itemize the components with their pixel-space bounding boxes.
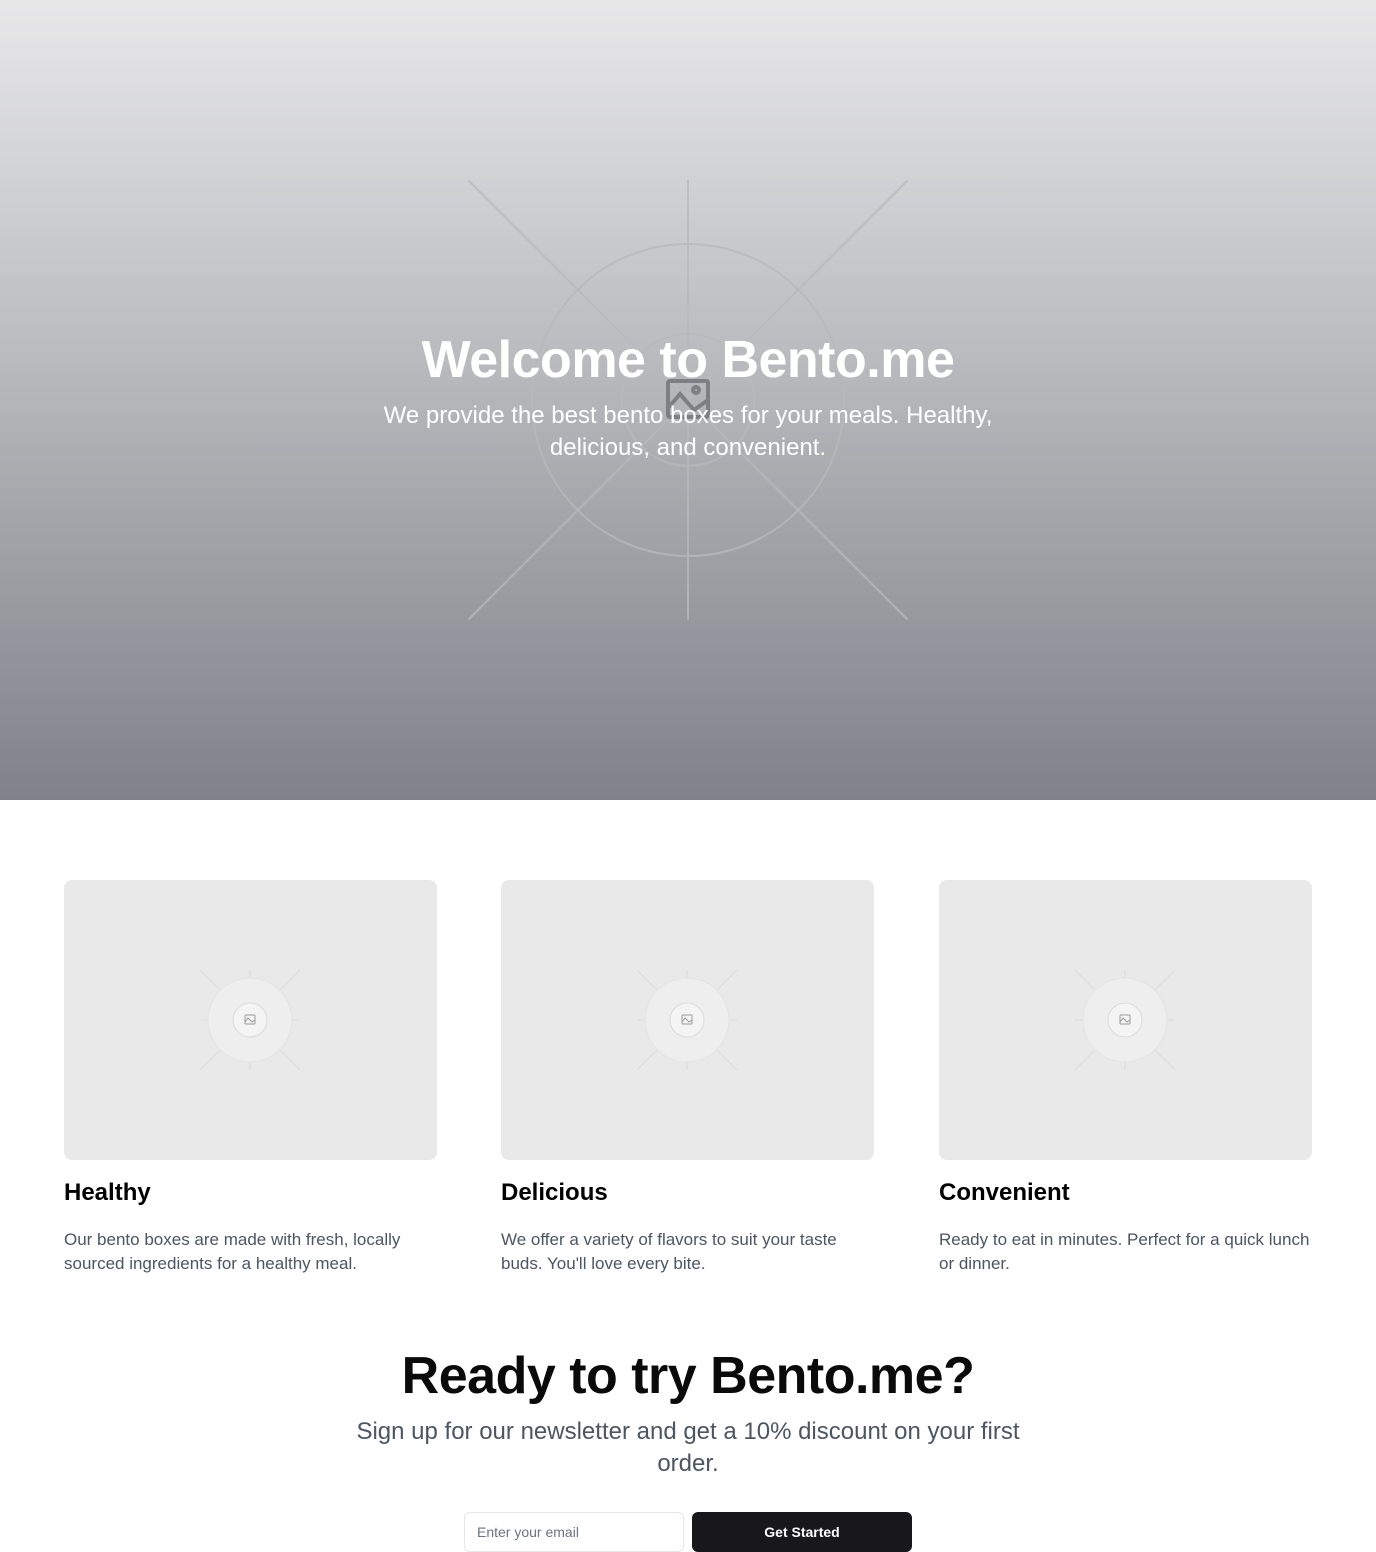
get-started-button[interactable]: Get Started: [692, 1512, 912, 1552]
feature-card-convenient: Convenient Ready to eat in minutes. Perf…: [939, 880, 1312, 1276]
feature-title: Delicious: [501, 1179, 608, 1206]
image-placeholder-icon: [1075, 969, 1175, 1071]
feature-image: [64, 880, 437, 1160]
feature-card-delicious: Delicious We offer a variety of flavors …: [501, 880, 874, 1276]
feature-title: Convenient: [939, 1179, 1070, 1206]
hero-title: Welcome to Bento.me: [421, 331, 955, 389]
feature-title: Healthy: [64, 1179, 151, 1206]
hero-subtitle: We provide the best bento boxes for your…: [383, 402, 993, 461]
cta-title: Ready to try Bento.me?: [401, 1347, 975, 1405]
feature-description: Our bento boxes are made with fresh, loc…: [64, 1230, 401, 1273]
cta-subtitle: Sign up for our newsletter and get a 10%…: [356, 1418, 1020, 1477]
feature-image: [939, 880, 1312, 1160]
image-placeholder-icon: [200, 969, 300, 1071]
feature-card-healthy: Healthy Our bento boxes are made with fr…: [64, 880, 437, 1276]
feature-description: We offer a variety of flavors to suit yo…: [501, 1230, 837, 1273]
image-placeholder-icon: [637, 969, 737, 1071]
email-input[interactable]: [464, 1512, 684, 1552]
feature-image: [501, 880, 874, 1160]
hero-section: Welcome to Bento.me We provide the best …: [0, 0, 1376, 800]
feature-description: Ready to eat in minutes. Perfect for a q…: [939, 1230, 1310, 1273]
